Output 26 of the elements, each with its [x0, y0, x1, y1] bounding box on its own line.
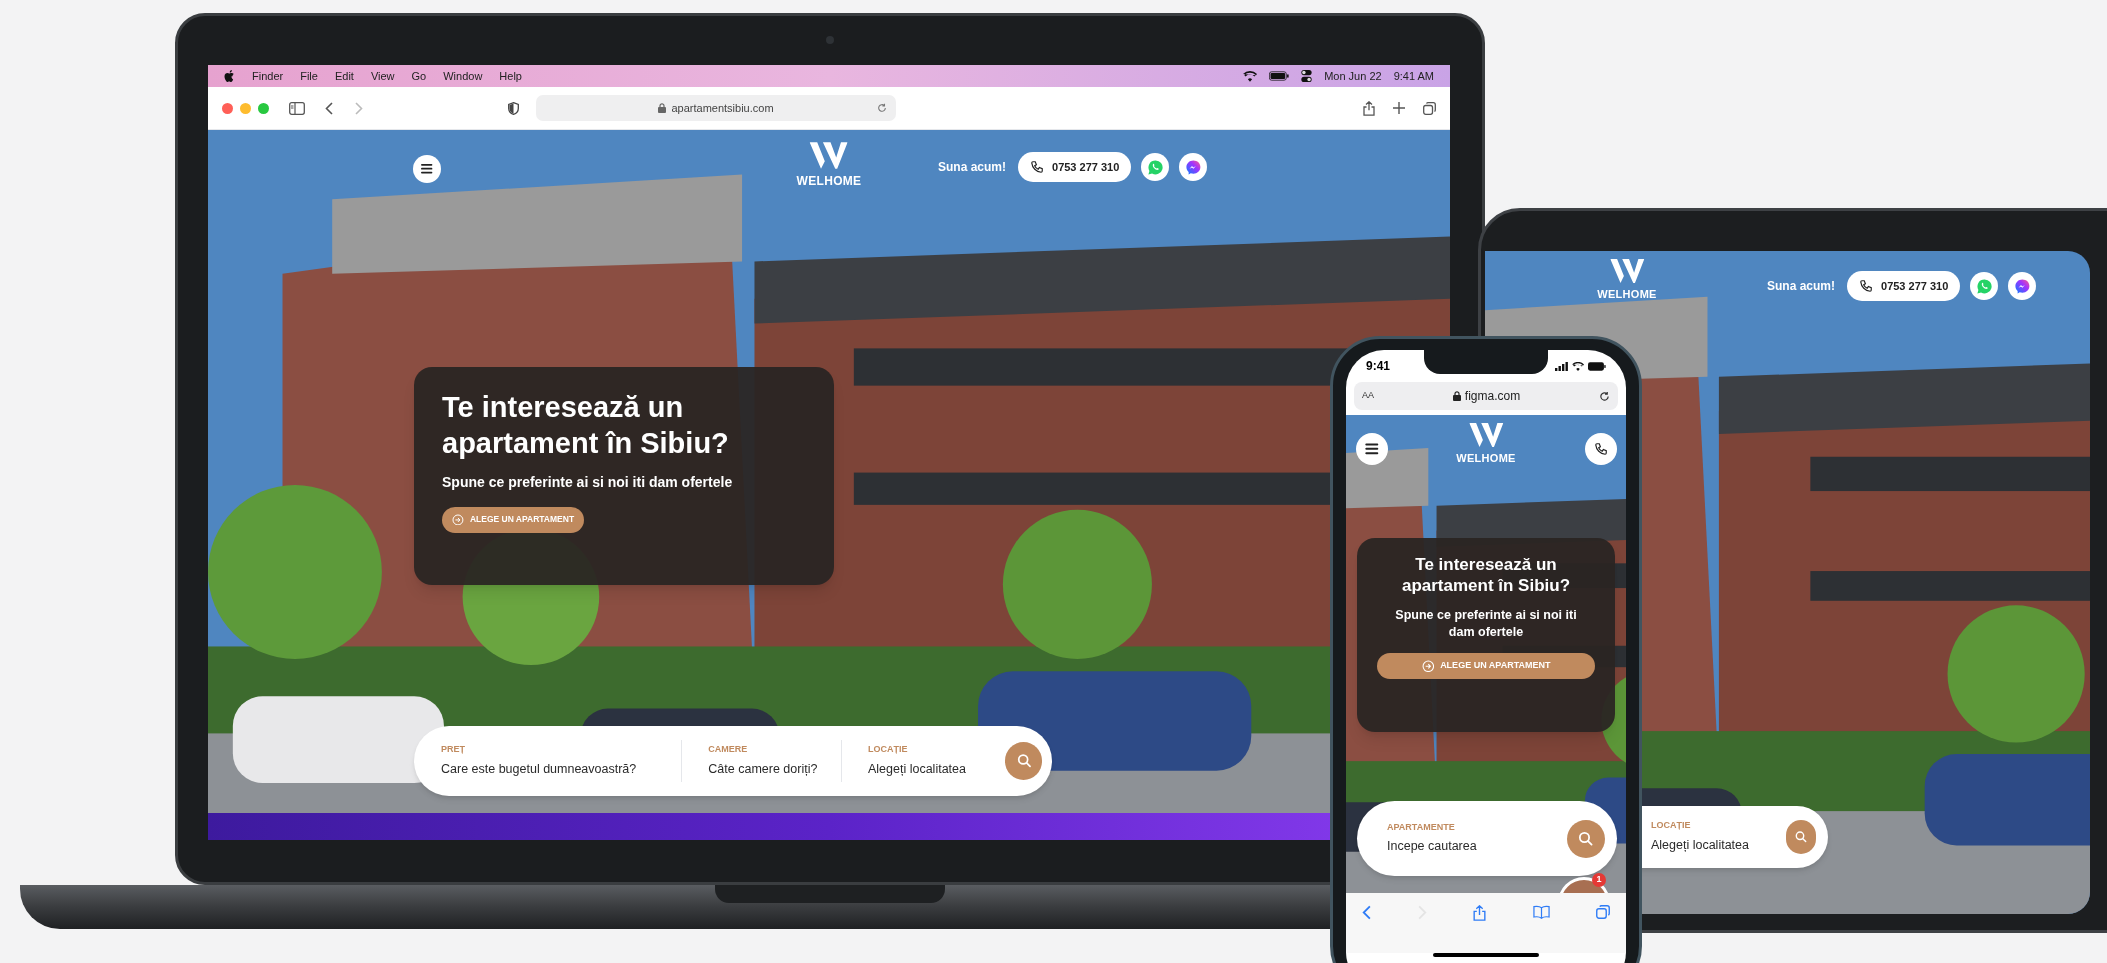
battery-icon[interactable] [1269, 71, 1290, 81]
address-bar[interactable]: apartamentsibiu.com [536, 95, 896, 121]
share-icon[interactable] [1473, 905, 1486, 921]
address-text: apartamentsibiu.com [671, 100, 774, 116]
menu-item[interactable]: Window [443, 67, 483, 85]
menu-clock: 9:41 AM [1393, 68, 1434, 84]
control-center-icon[interactable] [1301, 70, 1313, 82]
lock-icon [658, 103, 667, 113]
tabs-icon[interactable] [1423, 101, 1436, 115]
wifi-icon[interactable] [1243, 70, 1258, 82]
back-icon[interactable] [325, 101, 333, 115]
shield-icon[interactable] [508, 101, 519, 115]
apple-icon[interactable] [224, 70, 235, 82]
sidebar-icon[interactable] [289, 101, 305, 115]
menu-date: Mon Jun 22 [1324, 68, 1382, 84]
menu-item[interactable]: View [370, 67, 395, 85]
share-icon[interactable] [1363, 100, 1375, 116]
menu-item[interactable]: Go [411, 67, 427, 85]
back-icon[interactable] [1362, 905, 1371, 920]
menu-item[interactable]: Edit [334, 67, 354, 85]
menu-item[interactable]: Finder [252, 67, 284, 85]
menu-item[interactable]: File [300, 67, 318, 85]
menu-item[interactable]: Help [499, 67, 522, 85]
close-window-button[interactable] [222, 102, 233, 114]
lock-icon [1452, 391, 1461, 401]
plus-icon[interactable] [1393, 102, 1405, 114]
